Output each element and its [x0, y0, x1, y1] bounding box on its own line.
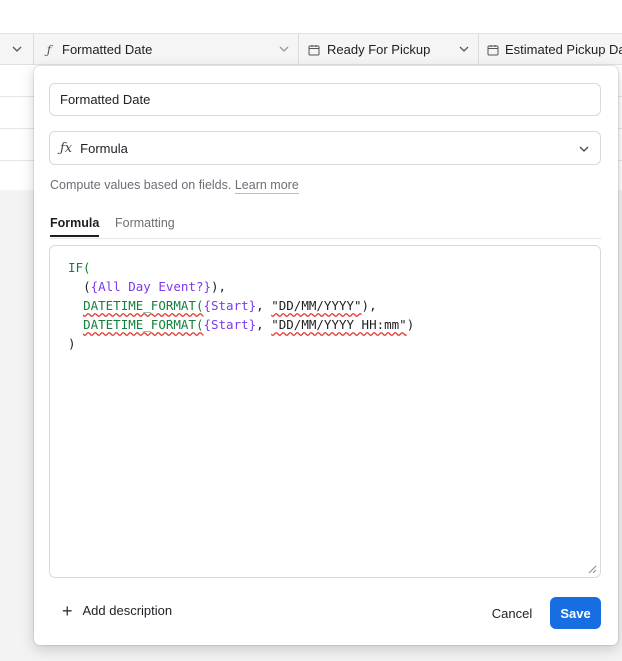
- chevron-down-icon[interactable]: [278, 43, 290, 55]
- column-header-previous[interactable]: [0, 34, 34, 65]
- string-literal: "DD/MM/YYYY HH:mm": [271, 317, 407, 332]
- field-type-select[interactable]: ƒx Formula: [49, 131, 601, 165]
- column-header-label: Estimated Pickup Da: [505, 42, 622, 57]
- formula-editor[interactable]: IF( ({All Day Event?}), DATETIME_FORMAT(…: [49, 245, 601, 578]
- column-header-label: Ready For Pickup: [327, 42, 431, 57]
- chevron-down-icon[interactable]: [11, 43, 23, 55]
- add-description-button[interactable]: + Add description: [62, 600, 173, 621]
- learn-more-link[interactable]: Learn more: [234, 178, 299, 194]
- tab-formula[interactable]: Formula: [50, 216, 100, 237]
- field-reference: {All Day Event?}: [90, 279, 212, 294]
- grid-header-row: ƒ Formatted Date Ready For Pickup Estima…: [0, 33, 622, 65]
- field-type-label: Formula: [80, 140, 128, 156]
- column-header-estimated-pickup[interactable]: Estimated Pickup Da: [479, 34, 622, 65]
- column-header-formatted-date[interactable]: ƒ Formatted Date: [34, 34, 299, 65]
- code-line: DATETIME_FORMAT({Start}, "DD/MM/YYYY HH:…: [83, 317, 415, 332]
- chevron-down-icon: [579, 146, 589, 152]
- formula-icon: ƒx: [60, 140, 73, 156]
- code-line: ): [68, 336, 76, 351]
- save-button[interactable]: Save: [550, 597, 601, 629]
- helper-text: Compute values based on fields.: [50, 178, 232, 192]
- chevron-down-icon[interactable]: [458, 43, 470, 55]
- code-line: ({All Day Event?}),: [83, 279, 227, 294]
- add-description-label: Add description: [82, 603, 173, 618]
- calendar-icon: [307, 43, 321, 57]
- cancel-button[interactable]: Cancel: [479, 597, 545, 629]
- column-header-ready-for-pickup[interactable]: Ready For Pickup: [299, 34, 479, 65]
- calendar-icon: [487, 43, 499, 57]
- resize-handle-icon[interactable]: [587, 564, 597, 574]
- field-reference: {Start}: [203, 298, 257, 313]
- formula-icon: ƒ: [46, 42, 52, 57]
- field-reference: {Start}: [203, 317, 257, 332]
- field-type-description: Compute values based on fields. Learn mo…: [50, 178, 299, 194]
- string-literal: "DD/MM/YYYY": [271, 298, 362, 313]
- field-editor-dialog: ƒx Formula Compute values based on field…: [34, 66, 618, 645]
- code-line: DATETIME_FORMAT({Start}, "DD/MM/YYYY"),: [83, 298, 377, 313]
- field-name-input[interactable]: [49, 83, 601, 116]
- code-line: IF(: [68, 260, 91, 275]
- plus-icon: +: [62, 600, 73, 621]
- tab-formatting[interactable]: Formatting: [115, 216, 175, 235]
- editor-tabs: Formula Formatting: [50, 214, 601, 239]
- column-header-label: Formatted Date: [62, 42, 153, 57]
- function-name: DATETIME_FORMAT(: [83, 317, 204, 332]
- toolbar-area: [0, 0, 622, 33]
- function-name: DATETIME_FORMAT(: [83, 298, 204, 313]
